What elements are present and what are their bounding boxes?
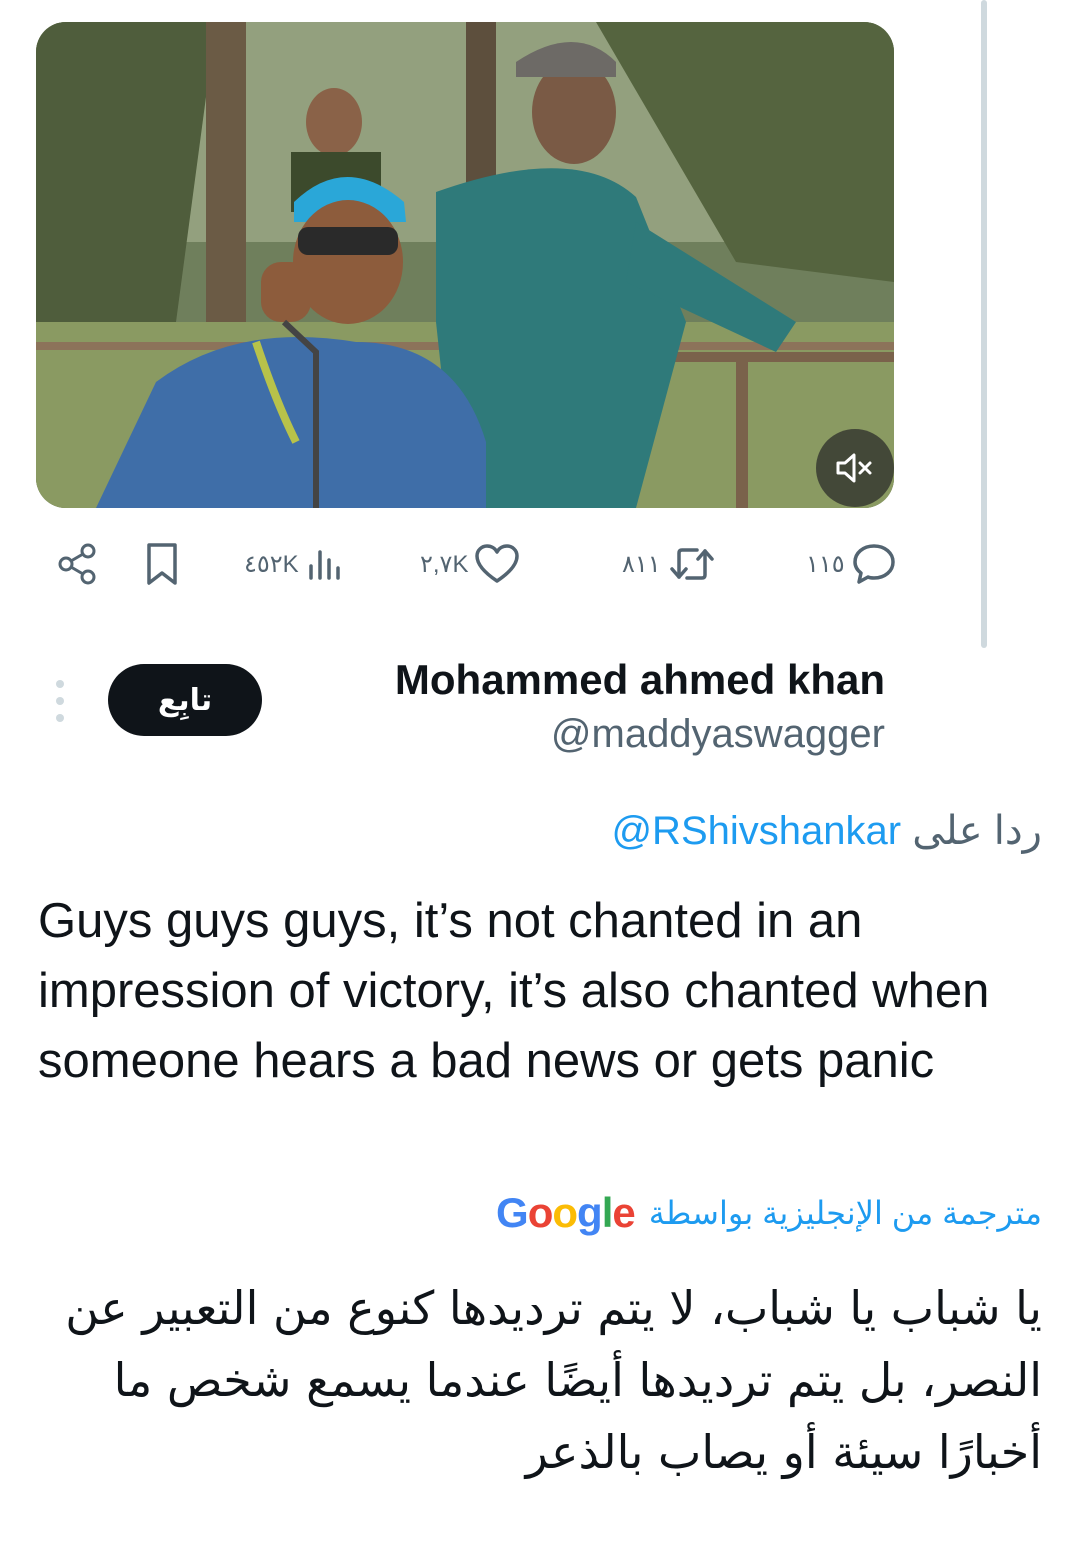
more-vertical-icon xyxy=(56,680,64,688)
retweets-count: ٨١١ xyxy=(622,550,661,578)
likes-count: ٢,٧K xyxy=(420,550,469,578)
google-logo: Google xyxy=(496,1189,636,1236)
reply-icon xyxy=(852,544,895,584)
retweet-button[interactable]: ٨١١ xyxy=(622,532,717,596)
share-button[interactable] xyxy=(54,532,100,596)
tweet-action-bar: ٤٥٢K ٢,٧K ٨١١ ١١٥ xyxy=(0,532,1080,596)
reply-prefix: ردا على xyxy=(912,809,1042,853)
translation-attribution: Google مترجمة من الإنجليزية بواسطة xyxy=(496,1188,1042,1238)
reply-button[interactable]: ١١٥ xyxy=(806,532,897,596)
author-handle[interactable]: @maddyaswagger xyxy=(551,712,885,757)
tweet-text: Guys guys guys, it’s not chanted in an i… xyxy=(38,894,990,1088)
video-frame xyxy=(36,22,894,508)
follow-button[interactable]: تابِع xyxy=(108,664,262,736)
retweet-icon xyxy=(669,548,714,580)
video-player[interactable] xyxy=(36,22,894,508)
replies-count: ١١٥ xyxy=(806,550,845,578)
reply-mention-link[interactable]: @RShivshankar xyxy=(611,809,901,853)
views-count: ٤٥٢K xyxy=(244,550,299,578)
translated-text: يا شباب يا شباب، لا يتم ترديدها كنوع من … xyxy=(65,1281,1042,1479)
reply-context: ردا على @RShivshankar xyxy=(611,808,1042,854)
more-options-button[interactable] xyxy=(48,680,72,722)
bookmark-button[interactable] xyxy=(142,532,182,596)
like-button[interactable]: ٢,٧K xyxy=(420,532,520,596)
bookmark-icon xyxy=(147,543,177,585)
views-button[interactable]: ٤٥٢K xyxy=(244,532,345,596)
translation-label: مترجمة من الإنجليزية بواسطة xyxy=(648,1195,1042,1231)
share-icon xyxy=(58,543,96,585)
heart-icon xyxy=(475,544,520,583)
mute-toggle-button[interactable] xyxy=(816,429,894,507)
views-icon xyxy=(308,550,340,580)
speaker-muted-icon xyxy=(836,453,872,483)
author-name[interactable]: Mohammed ahmed khan xyxy=(395,656,885,704)
